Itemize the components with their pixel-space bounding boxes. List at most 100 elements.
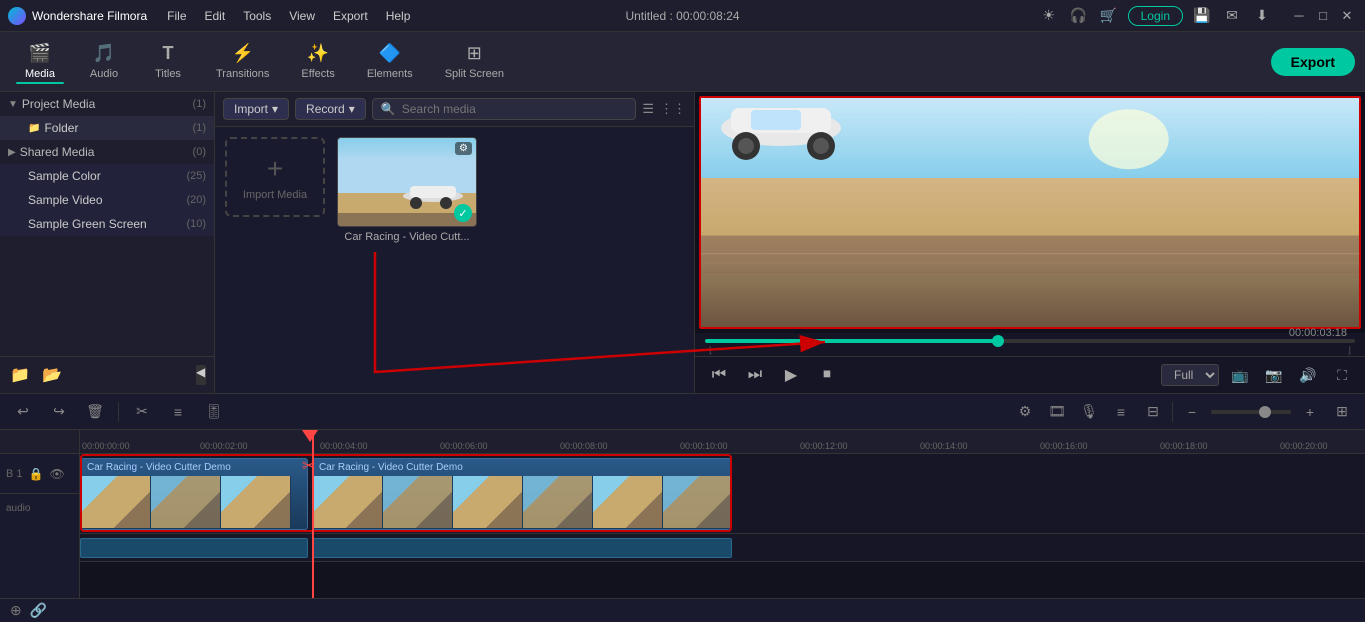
redo-button[interactable]: ↪ <box>46 399 72 425</box>
sun-icon[interactable]: ☀ <box>1038 5 1060 27</box>
grid-icon[interactable]: ⋮⋮ <box>660 101 686 117</box>
visibility-icon[interactable]: 👁 <box>49 467 64 481</box>
add-track-button[interactable]: ⊕ <box>10 602 22 619</box>
filter-icon[interactable]: ☰ <box>642 101 654 117</box>
audio-icon: 🎵 <box>93 43 115 64</box>
clip-thumb-2 <box>151 476 221 528</box>
sample-video-item[interactable]: Sample Video (20) <box>0 188 214 212</box>
preview-progress-bar[interactable]: 00:00:03:18 <box>705 339 1355 343</box>
quality-select[interactable]: Full <box>1161 364 1219 386</box>
tool-media[interactable]: 🎬 Media <box>10 39 70 84</box>
import-folder-button[interactable]: 📂 <box>40 363 64 387</box>
tool-titles[interactable]: T Titles <box>138 39 198 84</box>
ruler-mark-10: 00:00:20:00 <box>1280 441 1328 451</box>
clip-thumb-3 <box>221 476 291 528</box>
folder-item[interactable]: 📁 Folder (1) <box>0 116 214 140</box>
speed-icon[interactable]: ≡ <box>1108 399 1134 425</box>
menu-export[interactable]: Export <box>325 7 376 25</box>
tool-transitions[interactable]: ⚡ Transitions <box>202 39 283 84</box>
audio-button[interactable]: 🎚 <box>201 399 227 425</box>
maximize-button[interactable]: □ <box>1313 6 1333 26</box>
ruler-mark-6: 00:00:12:00 <box>800 441 848 451</box>
export-button[interactable]: Export <box>1271 48 1355 76</box>
menu-help[interactable]: Help <box>378 7 419 25</box>
add-to-timeline-icon[interactable]: 📺 <box>1227 362 1253 388</box>
import-button[interactable]: Import ▾ <box>223 98 289 120</box>
shared-media-item[interactable]: ▶ Shared Media (0) <box>0 140 214 164</box>
panel-tree: ▼ Project Media (1) 📁 Folder (1) ▶ Share… <box>0 92 214 356</box>
clip-thumbnails <box>81 476 307 528</box>
title-bar: Wondershare Filmora File Edit Tools View… <box>0 0 1365 32</box>
preview-video <box>701 98 1359 327</box>
progress-fill <box>705 339 998 343</box>
tool-elements[interactable]: 🔷 Elements <box>353 39 427 84</box>
fit-icon[interactable]: ⊞ <box>1329 399 1355 425</box>
record-button[interactable]: Record ▾ <box>295 98 366 120</box>
sample-color-item[interactable]: Sample Color (25) <box>0 164 214 188</box>
undo-button[interactable]: ↩ <box>10 399 36 425</box>
zoom-slider[interactable] <box>1211 410 1291 414</box>
progress-handle[interactable] <box>992 335 1004 347</box>
app-name: Wondershare Filmora <box>32 9 147 23</box>
menu-tools[interactable]: Tools <box>235 7 279 25</box>
delete-button[interactable]: 🗑 <box>82 399 108 425</box>
import-media-tile[interactable]: + Import Media <box>225 137 325 217</box>
transitions-icon: ⚡ <box>231 43 253 64</box>
project-media-item[interactable]: ▼ Project Media (1) <box>0 92 214 116</box>
tool-audio[interactable]: 🎵 Audio <box>74 39 134 84</box>
mic-icon[interactable]: 🎙 <box>1076 399 1102 425</box>
menu-view[interactable]: View <box>281 7 323 25</box>
login-button[interactable]: Login <box>1128 6 1183 26</box>
timeline-right[interactable]: 00:00:00:00 00:00:02:00 00:00:04:00 00:0… <box>80 430 1365 598</box>
download-icon[interactable]: ⬇ <box>1251 5 1273 27</box>
zoom-in-button[interactable]: + <box>1297 399 1323 425</box>
ruler-mark-2: 00:00:04:00 <box>320 441 368 451</box>
media-item[interactable]: ⚙ ✓ Car Racing - Video Cutt... <box>337 137 477 243</box>
tool-split-screen[interactable]: ⊞ Split Screen <box>431 39 518 84</box>
minimize-button[interactable]: ─ <box>1289 6 1309 26</box>
menu-edit[interactable]: Edit <box>197 7 234 25</box>
link-button[interactable]: 🔗 <box>30 602 47 619</box>
zoom-slider-thumb <box>1259 406 1271 418</box>
mail-icon[interactable]: ✉ <box>1221 5 1243 27</box>
lock-icon[interactable]: 🔒 <box>29 467 44 481</box>
collapse-icon: ▼ <box>8 99 18 110</box>
cut-button[interactable]: ✂ <box>129 399 155 425</box>
ruler-spacer <box>0 430 79 454</box>
search-box[interactable]: 🔍 <box>372 98 637 120</box>
menu-file[interactable]: File <box>159 7 194 25</box>
collapse-panel-button[interactable]: ◀ <box>196 365 206 385</box>
titles-icon: T <box>163 43 174 64</box>
toolbar-divider2 <box>1172 402 1173 422</box>
rewind-button[interactable]: ⏮ <box>705 361 733 389</box>
ruler-mark-0: 00:00:00:00 <box>82 441 130 451</box>
preview-panel: 00:00:03:18 ⌊ ⌋ ⏮ ⏭ ▶ ⏹ Full 📺 📷 🔊 ⛶ <box>695 92 1365 393</box>
cart-icon[interactable]: 🛒 <box>1098 5 1120 27</box>
volume-icon[interactable]: 🔊 <box>1295 362 1321 388</box>
snapshot-icon[interactable]: 📷 <box>1261 362 1287 388</box>
play-button[interactable]: ▶ <box>777 361 805 389</box>
tool-effects[interactable]: ✨ Effects <box>287 39 348 84</box>
settings-icon[interactable]: ⚙ <box>1012 399 1038 425</box>
video-clip-2[interactable]: Car Racing - Video Cutter Demo <box>312 458 732 530</box>
headphone-icon[interactable]: 🎧 <box>1068 5 1090 27</box>
close-button[interactable]: ✕ <box>1337 6 1357 26</box>
preview-area <box>699 96 1361 329</box>
fullscreen-icon[interactable]: ⛶ <box>1329 362 1355 388</box>
crop-button[interactable]: ≡ <box>165 399 191 425</box>
new-folder-button[interactable]: 📁 <box>8 363 32 387</box>
video-clip-1[interactable]: Car Racing - Video Cutter Demo <box>80 458 308 530</box>
sample-green-screen-item[interactable]: Sample Green Screen (10) <box>0 212 214 236</box>
audio-clip-1[interactable] <box>80 538 308 558</box>
audio-clip-2[interactable] <box>312 538 732 558</box>
expand-icon: ▶ <box>8 147 16 158</box>
split-icon[interactable]: ⊟ <box>1140 399 1166 425</box>
stop-button[interactable]: ⏹ <box>813 361 841 389</box>
search-input[interactable] <box>402 102 628 116</box>
audio-track-row <box>80 534 1365 562</box>
track-icon[interactable]: 🎞 <box>1044 399 1070 425</box>
zoom-out-button[interactable]: − <box>1179 399 1205 425</box>
timeline-area: ↩ ↪ 🗑 ✂ ≡ 🎚 ⚙ 🎞 🎙 ≡ ⊟ − + ⊞ B 1 � <box>0 393 1365 598</box>
step-back-button[interactable]: ⏭ <box>741 361 769 389</box>
save-icon[interactable]: 💾 <box>1191 5 1213 27</box>
